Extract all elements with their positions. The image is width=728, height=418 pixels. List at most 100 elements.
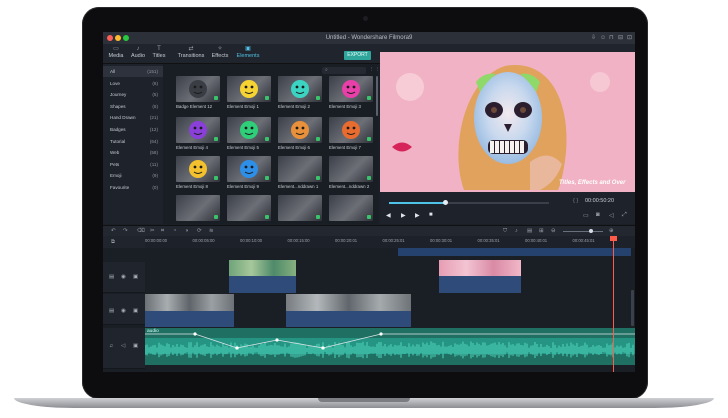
category-item-pets[interactable]: Pets (11) (103, 159, 163, 170)
category-item-web[interactable]: Web (58) (103, 147, 163, 158)
video-clip-3-body[interactable] (145, 311, 234, 327)
video-clip-2-thumbnail[interactable] (439, 260, 521, 276)
download-badge-icon[interactable] (316, 137, 320, 141)
export-button[interactable]: EXPORT (344, 51, 371, 60)
eye-icon[interactable]: ◉ (121, 308, 126, 314)
lock-icon[interactable]: ▣ (133, 274, 138, 280)
video-clip-1-thumbnail[interactable] (229, 260, 296, 276)
tab-elements[interactable]: ▣ Elements (232, 46, 264, 59)
download-badge-icon[interactable] (367, 176, 371, 180)
maximize-icon[interactable]: ⊡ (627, 34, 632, 42)
download-badge-icon[interactable] (316, 176, 320, 180)
element-thumbnail[interactable] (176, 76, 220, 102)
minimize-icon[interactable]: ⊟ (618, 34, 623, 42)
fullscreen-icon[interactable]: ⤢ (622, 212, 627, 219)
download-badge-icon[interactable] (265, 215, 269, 219)
speaker-icon[interactable]: ◁ (121, 343, 125, 349)
element-thumbnail[interactable] (329, 117, 373, 143)
element-thumbnail[interactable] (227, 156, 271, 182)
download-badge-icon[interactable] (265, 176, 269, 180)
redo-icon[interactable]: ↷ (123, 228, 128, 234)
download-badge-icon[interactable] (265, 137, 269, 141)
download-badge-icon[interactable] (316, 215, 320, 219)
element-thumbnail[interactable] (329, 195, 373, 221)
element-thumbnail[interactable] (278, 156, 322, 182)
tab-transitions[interactable]: ⇄ Transitions (174, 46, 208, 59)
grid-icon[interactable]: ⊞ (539, 228, 544, 234)
speed-icon[interactable]: ◔ (173, 228, 176, 234)
tab-titles[interactable]: T Titles (146, 46, 172, 59)
download-badge-icon[interactable] (367, 96, 371, 100)
element-thumbnail[interactable] (176, 156, 220, 182)
timeline-scrollbar[interactable] (631, 290, 634, 326)
stop-icon[interactable]: ■ (429, 212, 433, 218)
lock-icon[interactable]: ▣ (133, 308, 138, 314)
grid-scrollbar[interactable] (376, 76, 378, 116)
video-clip-3-thumbnail[interactable] (145, 294, 234, 311)
category-item-hand-drawn[interactable]: Hand Drawn (21) (103, 112, 163, 123)
element-thumbnail[interactable] (329, 76, 373, 102)
element-thumbnail[interactable] (278, 76, 322, 102)
lock-icon[interactable]: ▣ (133, 343, 138, 349)
scrub-handle[interactable] (443, 200, 448, 205)
layout-icon[interactable]: ▤ (527, 228, 532, 234)
element-thumbnail[interactable] (329, 156, 373, 182)
camera-snapshot-icon[interactable]: ◙ (596, 212, 600, 218)
zoom-out-icon[interactable]: ⊖ (551, 228, 556, 234)
next-frame-icon[interactable]: ▶ (415, 212, 420, 219)
download-badge-icon[interactable] (214, 176, 218, 180)
grid-view-icon[interactable]: ⋮⋮ (369, 67, 380, 74)
zoom-slider-handle[interactable] (589, 229, 593, 233)
category-item-all[interactable]: All (151) (103, 66, 163, 77)
element-thumbnail[interactable] (278, 117, 322, 143)
prev-frame-icon[interactable]: ◀ (386, 212, 391, 219)
color-icon[interactable]: ◑ (185, 228, 188, 234)
mic-icon[interactable]: ♪ (515, 228, 518, 234)
cart-icon[interactable]: ⊓ (609, 34, 614, 42)
playhead-line[interactable] (613, 236, 614, 372)
download-badge-icon[interactable] (214, 215, 218, 219)
download-badge-icon[interactable] (367, 215, 371, 219)
download-badge-icon[interactable] (214, 137, 218, 141)
category-item-tutorial[interactable]: Tutorial (64) (103, 136, 163, 147)
zoom-slider[interactable] (563, 231, 603, 232)
crop-icon[interactable]: ⌗ (161, 228, 164, 234)
playhead-handle[interactable] (610, 236, 617, 241)
category-item-emoji[interactable]: Emoji (9) (103, 170, 163, 181)
category-item-shapes[interactable]: Shapes (6) (103, 101, 163, 112)
bracket-icon[interactable]: { } (573, 198, 578, 204)
motion-icon[interactable]: ⟳ (197, 228, 202, 234)
zoom-in-icon[interactable]: ⊕ (609, 228, 614, 234)
play-icon[interactable]: ▶ (401, 212, 406, 219)
element-thumbnail[interactable] (176, 195, 220, 221)
element-thumbnail[interactable] (278, 195, 322, 221)
video-clip-4-thumbnail[interactable] (286, 294, 411, 311)
category-item-love[interactable]: Love (6) (103, 78, 163, 89)
audio-mixer-icon[interactable]: ≋ (209, 228, 214, 234)
cut-icon[interactable]: ✂ (150, 228, 155, 234)
delete-icon[interactable]: ⌫ (137, 228, 145, 234)
download-badge-icon[interactable] (214, 96, 218, 100)
eye-icon[interactable]: ◉ (121, 274, 126, 280)
video-clip-2-body[interactable] (439, 276, 521, 293)
tab-effects[interactable]: ✧ Effects (207, 46, 233, 59)
download-badge-icon[interactable] (367, 137, 371, 141)
volume-icon[interactable]: ◁ (609, 212, 614, 219)
audio-clip[interactable] (145, 328, 635, 365)
category-item-favourite[interactable]: Favourite (0) (103, 182, 163, 193)
display-icon[interactable]: ▭ (583, 212, 589, 219)
add-track-icon[interactable]: ⧉ (111, 239, 115, 245)
category-item-journey[interactable]: Journey (5) (103, 89, 163, 100)
category-item-badges[interactable]: Badges (12) (103, 124, 163, 135)
video-clip-1-body[interactable] (229, 276, 296, 293)
element-thumbnail[interactable] (227, 76, 271, 102)
element-thumbnail[interactable] (227, 195, 271, 221)
download-badge-icon[interactable] (316, 96, 320, 100)
download-badge-icon[interactable] (265, 96, 269, 100)
user-icon[interactable]: ☺ (600, 34, 606, 42)
download-icon[interactable]: ⇩ (591, 34, 596, 42)
element-thumbnail[interactable] (227, 117, 271, 143)
element-thumbnail[interactable] (176, 117, 220, 143)
search-input[interactable] (322, 67, 366, 74)
undo-icon[interactable]: ↶ (111, 228, 116, 234)
